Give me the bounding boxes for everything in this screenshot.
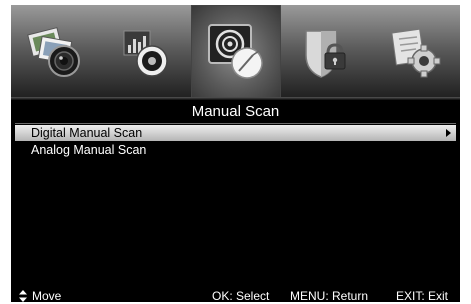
tab-lock[interactable]: [281, 5, 371, 100]
lock-icon: [305, 29, 346, 78]
menu-item-digital-manual-scan[interactable]: Digital Manual Scan: [15, 125, 456, 141]
setup-icon: [391, 28, 441, 77]
channel-icon: [208, 23, 263, 79]
hint-move: Move: [32, 289, 62, 302]
title-divider: [15, 123, 456, 124]
up-down-arrows-icon: [19, 290, 27, 302]
menu-item-label: Digital Manual Scan: [31, 126, 143, 140]
tv-menu-screen: Manual Scan Digital Manual Scan Analog M…: [11, 5, 460, 302]
tab-channel[interactable]: [191, 5, 281, 100]
menu-item-analog-manual-scan[interactable]: Analog Manual Scan: [15, 142, 456, 158]
hint-select: OK: Select: [212, 289, 270, 302]
footer-hints: Move OK: Select MENU: Return EXIT: Exit: [11, 289, 460, 302]
picture-icon: [27, 26, 80, 77]
tab-picture[interactable]: [11, 5, 101, 100]
hint-exit: EXIT: Exit: [396, 289, 449, 302]
tab-setup[interactable]: [371, 5, 460, 100]
menu-title: Manual Scan: [191, 103, 280, 120]
menu-item-label: Analog Manual Scan: [31, 143, 147, 157]
tab-sound[interactable]: [101, 5, 191, 100]
sound-icon: [123, 30, 168, 77]
hint-return: MENU: Return: [290, 289, 369, 302]
submenu-arrow-icon: [446, 129, 451, 137]
menu-tab-bar: [11, 5, 460, 100]
